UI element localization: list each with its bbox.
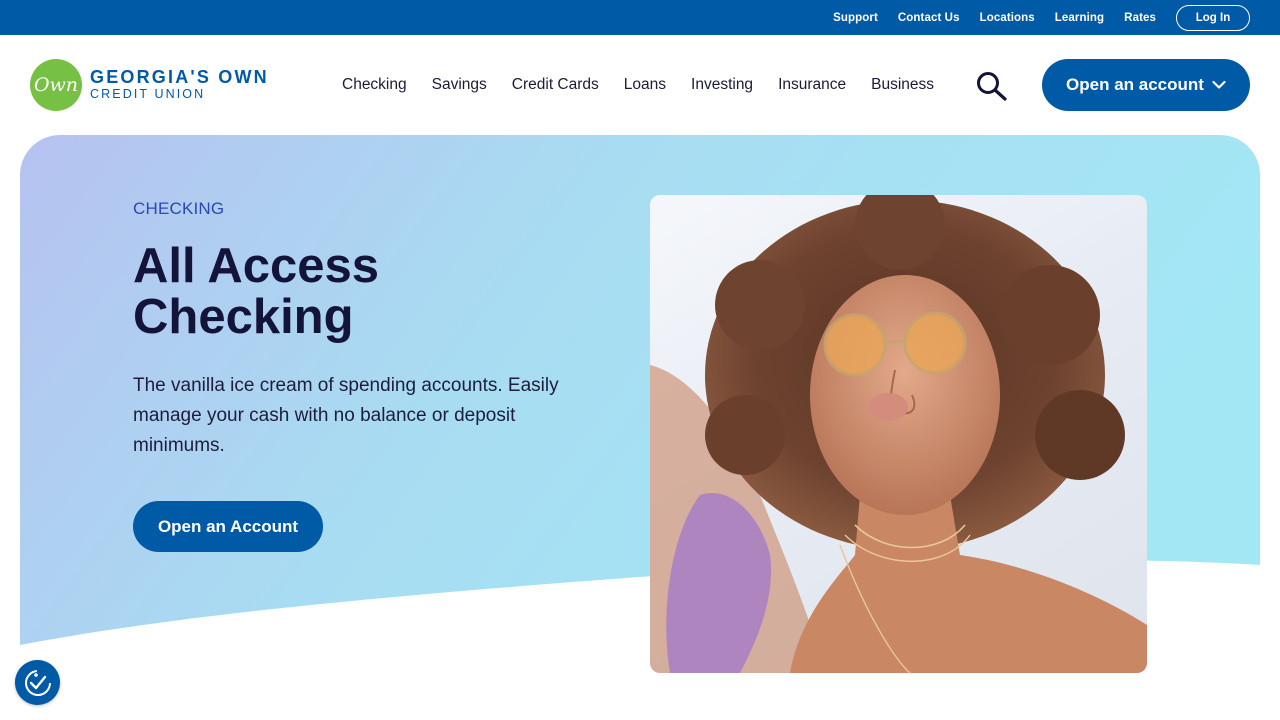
nav-item-checking[interactable]: Checking <box>342 76 407 94</box>
hero-photo-illustration <box>650 195 1147 673</box>
nav-item-loans[interactable]: Loans <box>624 76 666 94</box>
logo-wordmark: GEORGIA'S OWN CREDIT UNION <box>90 68 269 102</box>
accessibility-button[interactable] <box>15 660 60 705</box>
logo-mark: Own <box>30 59 82 111</box>
nav-item-insurance[interactable]: Insurance <box>778 76 846 94</box>
chevron-down-icon <box>1212 80 1226 89</box>
utility-link-contact-us[interactable]: Contact Us <box>898 12 960 24</box>
nav-item-investing[interactable]: Investing <box>691 76 753 94</box>
utility-link-support[interactable]: Support <box>833 12 878 24</box>
main-header: Own GEORGIA'S OWN CREDIT UNION Checking … <box>0 35 1280 135</box>
search-button[interactable] <box>975 71 1009 101</box>
hero-title: All Access Checking <box>133 239 380 344</box>
utility-link-locations[interactable]: Locations <box>980 12 1035 24</box>
accessibility-icon <box>24 669 51 696</box>
utility-bar: Support Contact Us Locations Learning Ra… <box>0 0 1280 35</box>
logo-name-line2: CREDIT UNION <box>90 87 206 101</box>
hero-photo <box>650 195 1147 673</box>
nav-item-savings[interactable]: Savings <box>432 76 487 94</box>
nav-item-business[interactable]: Business <box>871 76 934 94</box>
hero-description: The vanilla ice cream of spending accoun… <box>133 375 559 456</box>
nav-item-credit-cards[interactable]: Credit Cards <box>512 76 599 94</box>
open-account-dropdown-button[interactable]: Open an account <box>1042 59 1250 111</box>
brand-logo[interactable]: Own GEORGIA'S OWN CREDIT UNION <box>30 59 269 111</box>
open-an-account-button[interactable]: Open an Account <box>133 501 323 552</box>
utility-link-rates[interactable]: Rates <box>1124 12 1156 24</box>
login-button[interactable]: Log In <box>1176 4 1250 31</box>
hero-eyebrow: CHECKING <box>133 199 225 218</box>
primary-nav: Checking Savings Credit Cards Loans Inve… <box>342 35 959 135</box>
search-icon <box>977 72 1007 101</box>
open-account-label: Open an account <box>1066 75 1204 94</box>
logo-name-line1: GEORGIA'S OWN <box>90 67 269 87</box>
utility-link-learning[interactable]: Learning <box>1055 12 1104 24</box>
